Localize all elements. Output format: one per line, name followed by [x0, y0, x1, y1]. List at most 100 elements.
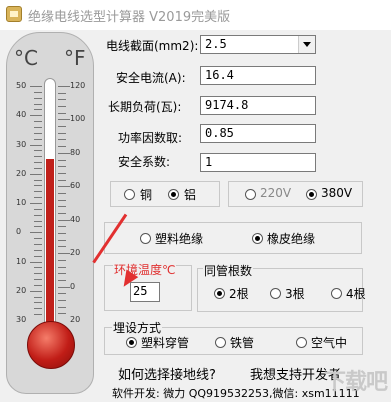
watermark: 下载吧 [323, 370, 388, 395]
celsius-tick [34, 126, 42, 128]
fahrenheit-tick [58, 172, 66, 174]
celsius-tick [34, 121, 42, 123]
radio-rubber-insulation-label[interactable]: 橡皮绝缘 [267, 230, 315, 247]
celsius-tick [34, 162, 42, 164]
radio-conduit-3-label[interactable]: 3根 [285, 285, 305, 302]
fahrenheit-tick [58, 253, 70, 255]
thermometer-bulb [27, 321, 75, 369]
fahrenheit-tick [58, 166, 66, 168]
fahrenheit-tick [58, 293, 66, 295]
cross-section-value: 2.5 [205, 37, 227, 51]
celsius-tick [30, 232, 42, 234]
fahrenheit-tick [58, 306, 66, 308]
fahrenheit-tick [58, 99, 66, 101]
safe-current-label: 安全电流(A): [116, 71, 186, 85]
celsius-tick [34, 296, 42, 298]
fahrenheit-tick [58, 159, 66, 161]
safe-current-field[interactable]: 16.4 [200, 66, 316, 85]
long-load-field[interactable]: 9174.8 [200, 96, 316, 115]
celsius-tick [34, 214, 42, 216]
celsius-tick [34, 238, 42, 240]
power-factor-label: 功率因数取: [118, 131, 183, 145]
fahrenheit-tick-label: 120 [70, 81, 86, 90]
fahrenheit-tick [58, 92, 66, 94]
fahrenheit-tick [58, 219, 70, 221]
fahrenheit-tick [58, 146, 66, 148]
celsius-tick [34, 267, 42, 269]
fahrenheit-tick [58, 246, 66, 248]
fahrenheit-tick [58, 206, 66, 208]
celsius-tick-label: 30 [16, 315, 27, 324]
mercury-column [46, 159, 54, 330]
radio-aluminum[interactable] [168, 189, 179, 200]
celsius-tick-label: 10 [16, 198, 27, 207]
celsius-tick-label: 20 [16, 285, 27, 295]
celsius-tick [30, 203, 42, 204]
safety-factor-field[interactable]: 1 [200, 153, 316, 172]
ambient-temp-field[interactable]: 25 [130, 282, 160, 302]
celsius-tick-label: 50 [16, 81, 27, 90]
radio-plastic-insulation-label[interactable]: 塑料绝缘 [155, 230, 203, 247]
window-title: 绝缘电线选型计算器 V2019完美版 [28, 10, 231, 25]
celsius-tick [34, 132, 42, 134]
celsius-tick [34, 109, 42, 111]
radio-copper-label[interactable]: 铜 [140, 186, 152, 203]
fahrenheit-tick-label: 0 [70, 281, 76, 291]
radio-aluminum-label[interactable]: 铝 [184, 186, 196, 203]
celsius-tick-label: 40 [16, 110, 27, 120]
radio-220v-label[interactable]: 220V [260, 186, 291, 200]
celsius-tick [34, 179, 42, 181]
radio-copper[interactable] [124, 189, 135, 200]
celsius-unit: °C [14, 46, 38, 70]
fahrenheit-tick [58, 179, 66, 181]
celsius-tick [34, 91, 42, 93]
celsius-tick [34, 191, 42, 193]
fahrenheit-tick [58, 126, 66, 128]
fahrenheit-tick [58, 119, 70, 121]
app-icon [6, 6, 22, 22]
radio-conduit-4[interactable] [331, 288, 342, 299]
celsius-tick [34, 243, 42, 245]
celsius-tick [34, 208, 42, 210]
celsius-tick [34, 284, 42, 286]
radio-in-air[interactable] [296, 337, 307, 348]
radio-380v[interactable] [306, 189, 317, 200]
celsius-tick-label: 30 [16, 139, 27, 149]
radio-plastic-conduit-label[interactable]: 塑料穿管 [141, 334, 189, 351]
celsius-tick [30, 144, 42, 146]
radio-220v[interactable] [245, 189, 256, 200]
celsius-tick [34, 226, 42, 228]
chevron-down-icon[interactable] [298, 36, 315, 53]
celsius-tick [34, 197, 42, 199]
help-link[interactable]: 如何选择接地线? [118, 364, 216, 383]
radio-plastic-insulation[interactable] [140, 233, 151, 244]
fahrenheit-tick [58, 233, 66, 235]
fahrenheit-tick [58, 152, 70, 154]
cross-section-select[interactable]: 2.5 [200, 35, 316, 54]
radio-plastic-conduit[interactable] [126, 337, 137, 348]
fahrenheit-tick [58, 139, 66, 141]
radio-in-air-label[interactable]: 空气中 [311, 334, 347, 351]
fahrenheit-tick-label: 20 [70, 315, 81, 324]
radio-rubber-insulation[interactable] [252, 233, 263, 244]
celsius-tick [30, 115, 42, 117]
radio-conduit-2-label[interactable]: 2根 [229, 285, 249, 302]
fahrenheit-tick-label: 20 [70, 248, 81, 258]
radio-conduit-2[interactable] [214, 288, 225, 299]
celsius-tick [34, 308, 42, 310]
celsius-tick [34, 150, 42, 152]
radio-380v-label[interactable]: 380V [321, 186, 352, 200]
radio-iron-conduit[interactable] [215, 337, 226, 348]
celsius-tick [34, 97, 42, 99]
fahrenheit-tick [58, 112, 66, 114]
radio-iron-conduit-label[interactable]: 铁管 [230, 334, 254, 351]
fahrenheit-tick [58, 192, 66, 194]
radio-conduit-4-label[interactable]: 4根 [346, 285, 366, 302]
fahrenheit-tick [58, 313, 66, 315]
power-factor-field[interactable]: 0.85 [200, 124, 316, 143]
radio-conduit-3[interactable] [270, 288, 281, 299]
celsius-tick [30, 290, 42, 292]
celsius-tick-label: 20 [16, 168, 27, 178]
fahrenheit-tick [58, 286, 70, 288]
celsius-tick [34, 302, 42, 304]
